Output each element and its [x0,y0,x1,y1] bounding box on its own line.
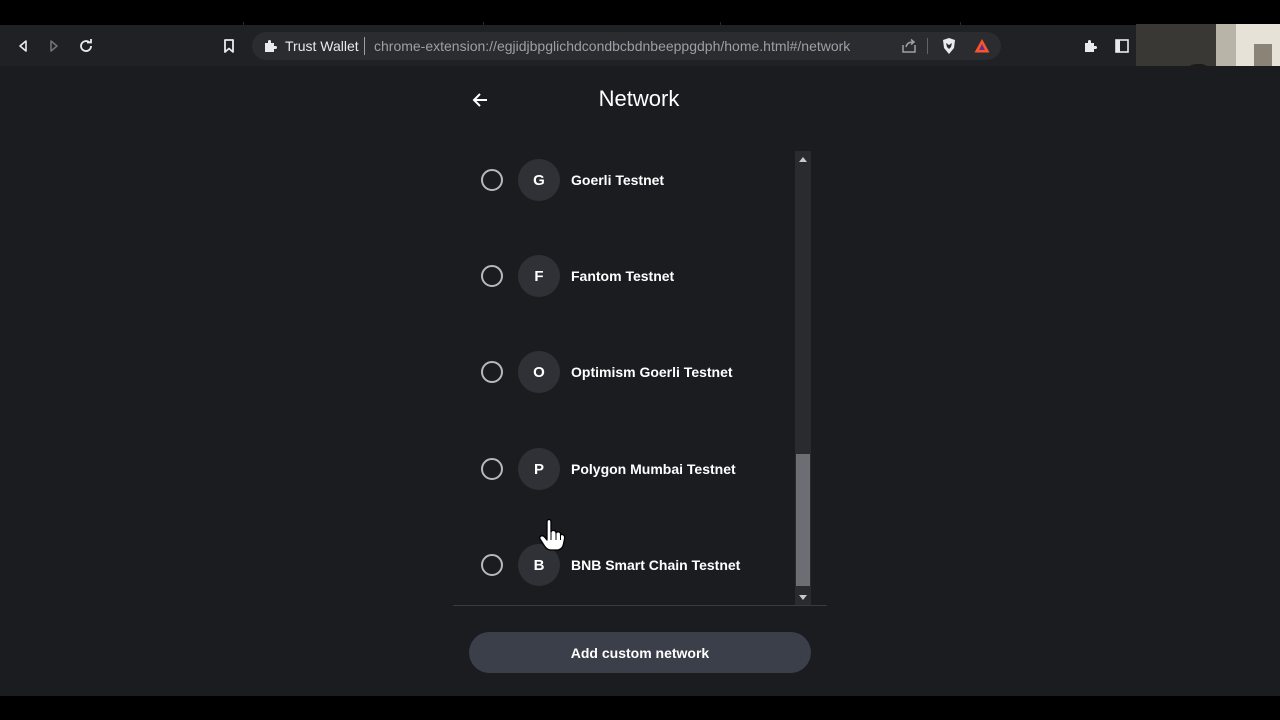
network-avatar: O [518,351,560,393]
bottom-strip [0,696,1280,720]
scroll-down-icon[interactable] [795,590,811,606]
list-item[interactable]: F Fantom Testnet [453,247,793,307]
network-name: BNB Smart Chain Testnet [571,557,741,573]
radio-button[interactable] [481,361,503,383]
network-list: G Goerli Testnet F Fantom Testnet O Opti… [453,151,811,606]
scrollbar-thumb[interactable] [796,454,810,586]
back-arrow-icon[interactable] [466,86,494,114]
network-name: Optimism Goerli Testnet [571,364,733,380]
puzzle-icon [262,38,278,54]
puzzle-icon[interactable] [1077,33,1103,59]
radio-button[interactable] [481,169,503,191]
site-name: Trust Wallet [285,38,359,54]
radio-button[interactable] [481,265,503,287]
tab-strip [0,0,1280,25]
url-separator [364,37,365,55]
network-avatar: F [518,255,560,297]
radio-button[interactable] [481,458,503,480]
add-custom-network-button[interactable]: Add custom network [469,632,811,673]
reload-icon[interactable] [73,33,99,59]
network-name: Goerli Testnet [571,172,665,188]
divider [453,605,827,606]
network-avatar: G [518,159,560,201]
brave-shield-icon[interactable] [939,36,959,61]
back-arrow-icon[interactable] [10,33,36,59]
radio-button[interactable] [481,554,503,576]
scrollbar[interactable] [795,151,811,606]
share-icon[interactable] [900,37,918,60]
network-name: Fantom Testnet [571,268,675,284]
network-avatar: P [518,448,560,490]
scroll-up-icon[interactable] [795,151,811,167]
bat-triangle-icon[interactable] [973,37,991,60]
forward-arrow-icon[interactable] [41,33,67,59]
page-title: Network [598,86,680,111]
list-item[interactable]: G Goerli Testnet [453,151,793,211]
list-item[interactable]: P Polygon Mumbai Testnet [453,440,793,500]
url-text[interactable]: chrome-extension://egjidjbpglichdcondbcb… [374,38,850,54]
list-item[interactable]: B BNB Smart Chain Testnet [453,536,793,596]
network-name: Polygon Mumbai Testnet [571,461,736,477]
list-item[interactable]: O Optimism Goerli Testnet [453,343,793,403]
bookmark-icon[interactable] [216,33,242,59]
sidebar-icon[interactable] [1109,33,1135,59]
hand-cursor-icon [538,518,566,557]
address-bar[interactable]: Trust Wallet chrome-extension://egjidjbp… [252,32,1001,60]
omnibox-divider [927,38,928,54]
